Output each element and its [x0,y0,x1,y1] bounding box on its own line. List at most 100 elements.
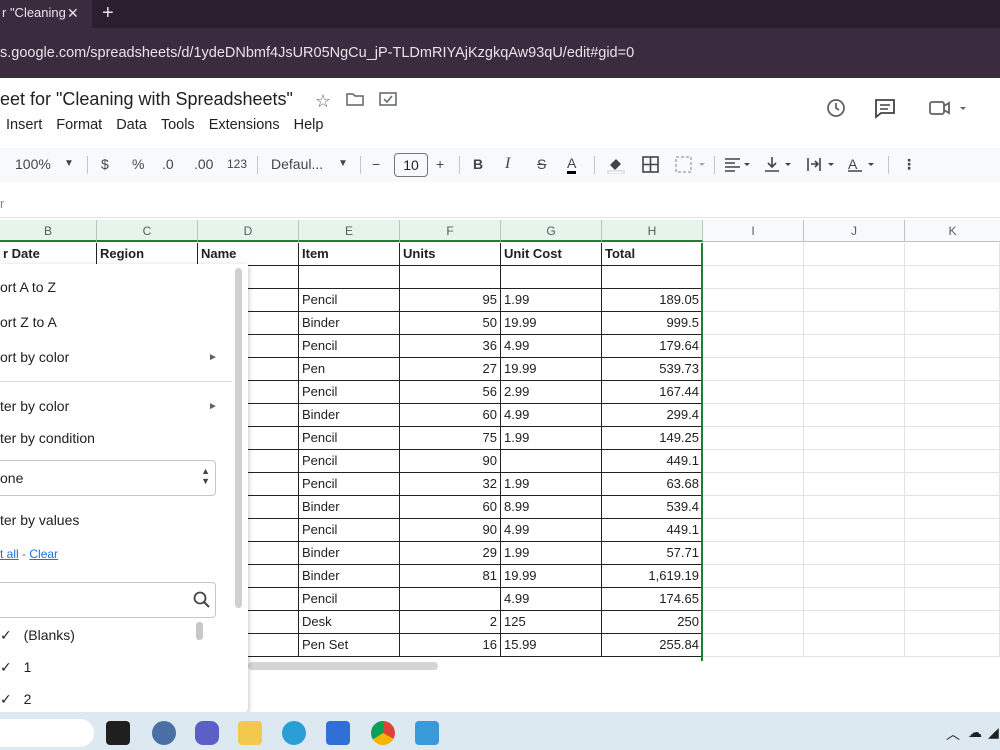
column-header-d[interactable]: D [198,220,299,242]
empty-cell[interactable] [905,427,1000,450]
empty-cell[interactable] [804,542,905,565]
item-cell[interactable]: Binder [299,404,400,427]
filter-by-values-item[interactable]: ter by values [0,512,79,528]
chat-icon[interactable] [195,721,219,745]
units-cell[interactable]: 60 [400,496,501,519]
menu-extensions[interactable]: Extensions [209,117,280,133]
total-cell[interactable]: 449.1 [602,450,703,473]
unit-cost-cell[interactable]: 19.99 [501,565,602,588]
units-cell[interactable] [400,266,501,289]
cloud-saved-icon[interactable] [378,91,398,111]
text-color-button[interactable]: A [567,156,577,174]
empty-cell[interactable] [804,289,905,312]
text-wrap-icon[interactable] [806,156,838,176]
horizontal-scrollbar[interactable] [248,662,438,670]
empty-cell[interactable] [804,588,905,611]
empty-cell[interactable] [703,473,804,496]
empty-cell[interactable] [804,266,905,289]
empty-cell[interactable] [703,289,804,312]
unit-cost-cell[interactable]: 2.99 [501,381,602,404]
store-icon[interactable] [326,721,350,745]
unit-cost-cell[interactable]: 1.99 [501,542,602,565]
empty-cell[interactable] [905,289,1000,312]
total-cell[interactable]: 167.44 [602,381,703,404]
units-cell[interactable] [400,588,501,611]
empty-cell[interactable] [804,312,905,335]
empty-cell[interactable] [703,404,804,427]
task-view-icon[interactable] [106,721,130,745]
empty-cell[interactable] [703,427,804,450]
increase-decimal-button[interactable]: .00 [194,156,213,172]
font-select[interactable]: Defaul... [271,156,323,172]
empty-cell[interactable] [905,588,1000,611]
unit-cost-cell[interactable]: 4.99 [501,588,602,611]
empty-cell[interactable] [905,404,1000,427]
empty-cell[interactable] [905,496,1000,519]
column-header-f[interactable]: F [400,220,501,242]
empty-cell[interactable] [905,542,1000,565]
tab-close-icon[interactable]: ✕ [67,0,79,26]
value-option[interactable]: ✓ 2 [0,691,31,708]
empty-cell[interactable] [905,634,1000,657]
strikethrough-button[interactable]: S [537,156,546,172]
zoom-select[interactable]: 100% [15,156,51,172]
taskbar-search-box[interactable] [0,719,94,747]
align-left-icon[interactable] [724,156,752,176]
empty-cell[interactable] [703,496,804,519]
values-search-input[interactable] [0,582,216,618]
empty-cell[interactable] [905,611,1000,634]
more-options-button[interactable]: ⋮ [902,156,916,173]
chevron-up-icon[interactable]: ︿ [946,724,960,744]
item-cell[interactable]: Pencil [299,381,400,404]
item-cell[interactable]: Pen [299,358,400,381]
history-icon[interactable] [825,97,847,125]
font-size-increase-button[interactable]: + [436,156,444,172]
select-all-link[interactable]: t all [0,547,19,561]
item-cell[interactable]: Binder [299,312,400,335]
item-cell[interactable]: Binder [299,496,400,519]
value-option[interactable]: ✓ 1 [0,659,31,676]
item-cell[interactable]: Pencil [299,519,400,542]
item-cell[interactable]: Pencil [299,335,400,358]
empty-cell[interactable] [905,358,1000,381]
item-cell[interactable]: Pencil [299,427,400,450]
empty-cell[interactable] [703,312,804,335]
header-cell-b[interactable]: r Date [0,243,97,266]
total-cell[interactable] [602,266,703,289]
decrease-decimal-button[interactable]: .0 [162,156,174,172]
units-cell[interactable]: 36 [400,335,501,358]
file-explorer-icon[interactable] [238,721,262,745]
total-cell[interactable]: 539.4 [602,496,703,519]
empty-cell[interactable] [703,611,804,634]
column-header-c[interactable]: C [97,220,198,242]
empty-cell[interactable] [804,634,905,657]
cloud-sync-icon[interactable]: ☁ [968,724,982,741]
column-header-j[interactable]: J [804,220,905,242]
empty-cell[interactable] [804,450,905,473]
widgets-icon[interactable] [152,721,176,745]
unit-cost-cell[interactable]: 1.99 [501,289,602,312]
empty-cell[interactable] [804,404,905,427]
total-cell[interactable]: 449.1 [602,519,703,542]
star-icon[interactable]: ☆ [313,91,333,111]
empty-cell[interactable] [804,519,905,542]
filter-by-condition-item[interactable]: ter by condition [0,430,95,446]
units-cell[interactable]: 2 [400,611,501,634]
header-cell-f[interactable]: Units [400,243,501,266]
empty-cell[interactable] [905,565,1000,588]
new-tab-button[interactable]: + [102,0,114,26]
clear-link[interactable]: Clear [29,547,58,561]
sort-a-to-z-item[interactable]: ort A to Z [0,279,56,295]
value-option[interactable]: ✓ (Blanks) [0,627,75,644]
total-cell[interactable]: 539.73 [602,358,703,381]
search-icon[interactable] [193,591,211,614]
total-cell[interactable]: 1,619.19 [602,565,703,588]
units-cell[interactable]: 29 [400,542,501,565]
item-cell[interactable]: Pencil [299,289,400,312]
url-text[interactable]: s.google.com/spreadsheets/d/1ydeDNbmf4Js… [0,45,634,61]
chrome-icon[interactable] [371,721,395,745]
empty-cell[interactable] [703,519,804,542]
edge-browser-icon[interactable] [282,721,306,745]
units-cell[interactable]: 56 [400,381,501,404]
empty-cell[interactable] [804,496,905,519]
